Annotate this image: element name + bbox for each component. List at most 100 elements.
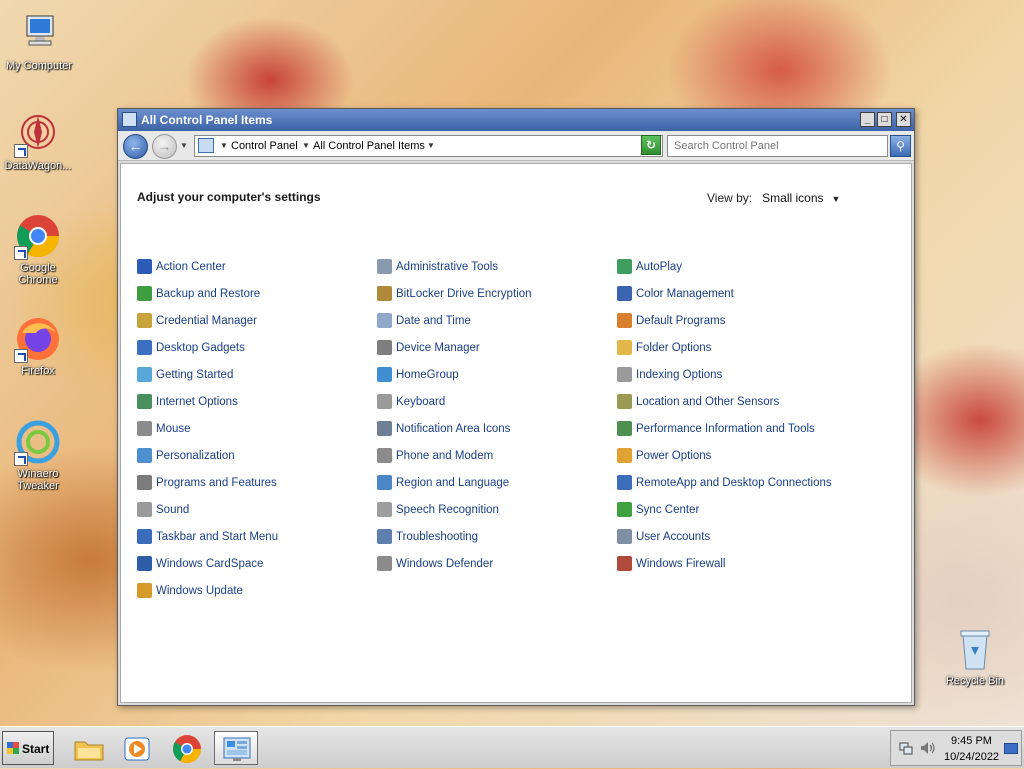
control-panel-item[interactable]: BitLocker Drive Encryption <box>377 280 617 307</box>
control-panel-item[interactable]: Windows Firewall <box>617 550 857 577</box>
control-panel-item[interactable]: Performance Information and Tools <box>617 415 857 442</box>
desktop-icon-firefox[interactable]: Firefox <box>0 315 76 377</box>
control-panel-item-label: Windows Firewall <box>636 557 726 570</box>
control-panel-item[interactable]: Keyboard <box>377 388 617 415</box>
control-panel-item[interactable]: Internet Options <box>137 388 377 415</box>
forward-button[interactable]: → <box>152 134 177 159</box>
taskbar-app-chrome[interactable] <box>164 731 208 765</box>
taskbar-app-control-panel[interactable] <box>214 731 258 765</box>
search-input[interactable] <box>667 135 888 157</box>
control-panel-item[interactable]: Mouse <box>137 415 377 442</box>
control-panel-item[interactable]: Windows Defender <box>377 550 617 577</box>
clock-time[interactable]: 9:45 PM <box>951 735 992 747</box>
control-panel-item-icon <box>617 340 632 355</box>
window-title: All Control Panel Items <box>141 113 273 127</box>
control-panel-item-label: Personalization <box>156 449 235 462</box>
control-panel-item[interactable]: Region and Language <box>377 469 617 496</box>
control-panel-item[interactable]: Sound <box>137 496 377 523</box>
chevron-down-icon[interactable]: ▼ <box>832 194 841 204</box>
network-icon[interactable] <box>899 741 913 755</box>
taskbar-app-media-player[interactable] <box>114 731 158 765</box>
view-by-value[interactable]: Small icons <box>762 191 823 205</box>
control-panel-item-icon <box>377 259 392 274</box>
items-column-1: Action Center Backup and Restore Credentia… <box>137 253 377 604</box>
control-panel-item-label: RemoteApp and Desktop Connections <box>636 476 832 489</box>
start-button[interactable]: Start <box>2 731 54 765</box>
control-panel-item[interactable]: Indexing Options <box>617 361 857 388</box>
control-panel-item[interactable]: Troubleshooting <box>377 523 617 550</box>
control-panel-item[interactable]: Windows Update <box>137 577 377 604</box>
chevron-down-icon[interactable]: ▼ <box>427 141 435 150</box>
control-panel-item-label: Sound <box>156 503 190 516</box>
breadcrumb-all-items[interactable]: All Control Panel Items <box>313 140 425 152</box>
control-panel-item[interactable]: Date and Time <box>377 307 617 334</box>
taskbar-app-explorer[interactable] <box>66 731 110 765</box>
control-panel-item[interactable]: Power Options <box>617 442 857 469</box>
control-panel-item[interactable]: Programs and Features <box>137 469 377 496</box>
back-button[interactable]: ← <box>123 134 148 159</box>
control-panel-item-icon <box>137 448 152 463</box>
control-panel-item[interactable]: Default Programs <box>617 307 857 334</box>
minimize-button[interactable]: _ <box>860 112 875 127</box>
control-panel-icon <box>198 138 214 153</box>
control-panel-item-icon <box>137 475 152 490</box>
control-panel-item[interactable]: Device Manager <box>377 334 617 361</box>
control-panel-item-label: Keyboard <box>396 395 446 408</box>
control-panel-item[interactable]: RemoteApp and Desktop Connections <box>617 469 857 496</box>
control-panel-item[interactable]: Action Center <box>137 253 377 280</box>
control-panel-item[interactable]: HomeGroup <box>377 361 617 388</box>
control-panel-item[interactable]: Color Management <box>617 280 857 307</box>
control-panel-item[interactable]: Windows CardSpace <box>137 550 377 577</box>
control-panel-item-label: Troubleshooting <box>396 530 479 543</box>
computer-icon <box>15 10 63 58</box>
winaero-tweaker-icon <box>14 418 62 466</box>
control-panel-item[interactable]: Phone and Modem <box>377 442 617 469</box>
breadcrumb-control-panel[interactable]: Control Panel <box>231 140 298 152</box>
control-panel-item-icon <box>617 502 632 517</box>
desktop-icon-chrome[interactable]: Google Chrome <box>0 212 76 286</box>
control-panel-item-icon <box>377 556 392 571</box>
control-panel-item[interactable]: Sync Center <box>617 496 857 523</box>
close-button[interactable]: ✕ <box>896 112 911 127</box>
control-panel-item-icon <box>617 394 632 409</box>
view-by-selector[interactable]: View by: Small icons ▼ <box>707 191 840 205</box>
volume-icon[interactable] <box>920 741 936 755</box>
control-panel-item-icon <box>137 529 152 544</box>
show-desktop-icon[interactable] <box>1004 743 1018 754</box>
desktop-icon-recycle-bin[interactable]: Recycle Bin <box>937 625 1013 687</box>
title-bar[interactable]: All Control Panel Items _ □ ✕ <box>118 109 914 131</box>
control-panel-item-label: Desktop Gadgets <box>156 341 245 354</box>
control-panel-item-icon <box>377 394 392 409</box>
control-panel-item[interactable]: AutoPlay <box>617 253 857 280</box>
control-panel-item[interactable]: Taskbar and Start Menu <box>137 523 377 550</box>
maximize-button[interactable]: □ <box>877 112 892 127</box>
control-panel-item[interactable]: Credential Manager <box>137 307 377 334</box>
control-panel-item-label: Windows CardSpace <box>156 557 264 570</box>
address-bar[interactable]: ▼ Control Panel ▼ All Control Panel Item… <box>194 135 663 157</box>
desktop-icon-my-computer[interactable]: My Computer <box>1 10 77 72</box>
control-panel-item[interactable]: Personalization <box>137 442 377 469</box>
control-panel-item[interactable]: Getting Started <box>137 361 377 388</box>
control-panel-item-label: AutoPlay <box>636 260 683 273</box>
search-button[interactable]: ⚲ <box>890 135 911 157</box>
control-panel-item[interactable]: User Accounts <box>617 523 857 550</box>
desktop-icon-winaero-tweaker[interactable]: Winaero Tweaker <box>0 418 76 492</box>
control-panel-item-icon <box>617 313 632 328</box>
control-panel-item[interactable]: Administrative Tools <box>377 253 617 280</box>
recent-pages-dropdown[interactable]: ▼ <box>180 141 188 150</box>
control-panel-item[interactable]: Folder Options <box>617 334 857 361</box>
chevron-down-icon[interactable]: ▼ <box>220 141 228 150</box>
refresh-button[interactable]: ↻ <box>641 135 661 155</box>
control-panel-item[interactable]: Backup and Restore <box>137 280 377 307</box>
control-panel-icon <box>122 112 137 127</box>
control-panel-item-label: Notification Area Icons <box>396 422 511 435</box>
control-panel-item[interactable]: Location and Other Sensors <box>617 388 857 415</box>
control-panel-item-label: BitLocker Drive Encryption <box>396 287 532 300</box>
clock-date[interactable]: 10/24/2022 <box>944 751 999 763</box>
chevron-down-icon[interactable]: ▼ <box>302 141 310 150</box>
desktop-icon-datawagon[interactable]: DataWagon... <box>0 110 76 172</box>
control-panel-item-label: User Accounts <box>636 530 711 543</box>
control-panel-item[interactable]: Speech Recognition <box>377 496 617 523</box>
control-panel-item[interactable]: Desktop Gadgets <box>137 334 377 361</box>
control-panel-item[interactable]: Notification Area Icons <box>377 415 617 442</box>
